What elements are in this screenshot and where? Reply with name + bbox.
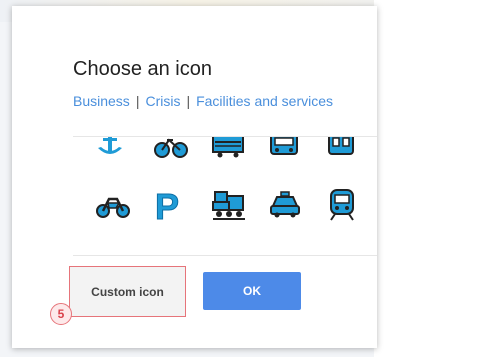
anchor-icon[interactable] bbox=[95, 137, 153, 165]
category-separator: | bbox=[135, 93, 140, 109]
custom-icon-button[interactable]: Custom icon bbox=[69, 266, 186, 317]
category-links: Business | Crisis | Facilities and services bbox=[73, 93, 333, 109]
choose-icon-dialog: Choose an icon Business | Crisis | Facilitie… bbox=[12, 6, 377, 348]
step-number-badge: 5 bbox=[50, 303, 72, 325]
category-business[interactable]: Business bbox=[73, 93, 130, 109]
subway-icon[interactable] bbox=[327, 185, 377, 225]
icon-row bbox=[95, 137, 377, 165]
category-separator: | bbox=[186, 93, 191, 109]
tram-icon[interactable] bbox=[327, 137, 377, 165]
parking-letter: P bbox=[155, 187, 179, 223]
category-facilities[interactable]: Facilities and services bbox=[196, 93, 333, 109]
icon-grid: P bbox=[73, 136, 377, 256]
dialog-title: Choose an icon bbox=[73, 58, 212, 80]
bicycle-icon[interactable] bbox=[153, 137, 211, 165]
parking-icon[interactable]: P bbox=[153, 185, 211, 225]
screen: Choose an icon Business | Crisis | Facilitie… bbox=[0, 0, 494, 357]
locomotive-icon[interactable] bbox=[211, 185, 269, 225]
train-car-icon[interactable] bbox=[211, 137, 269, 165]
taxi-icon[interactable] bbox=[269, 185, 327, 225]
category-crisis[interactable]: Crisis bbox=[145, 93, 180, 109]
ok-button[interactable]: OK bbox=[203, 272, 301, 310]
motorbike-icon[interactable] bbox=[95, 185, 153, 225]
icon-row: P bbox=[95, 185, 377, 225]
bus-icon[interactable] bbox=[269, 137, 327, 165]
page-background bbox=[374, 0, 494, 357]
